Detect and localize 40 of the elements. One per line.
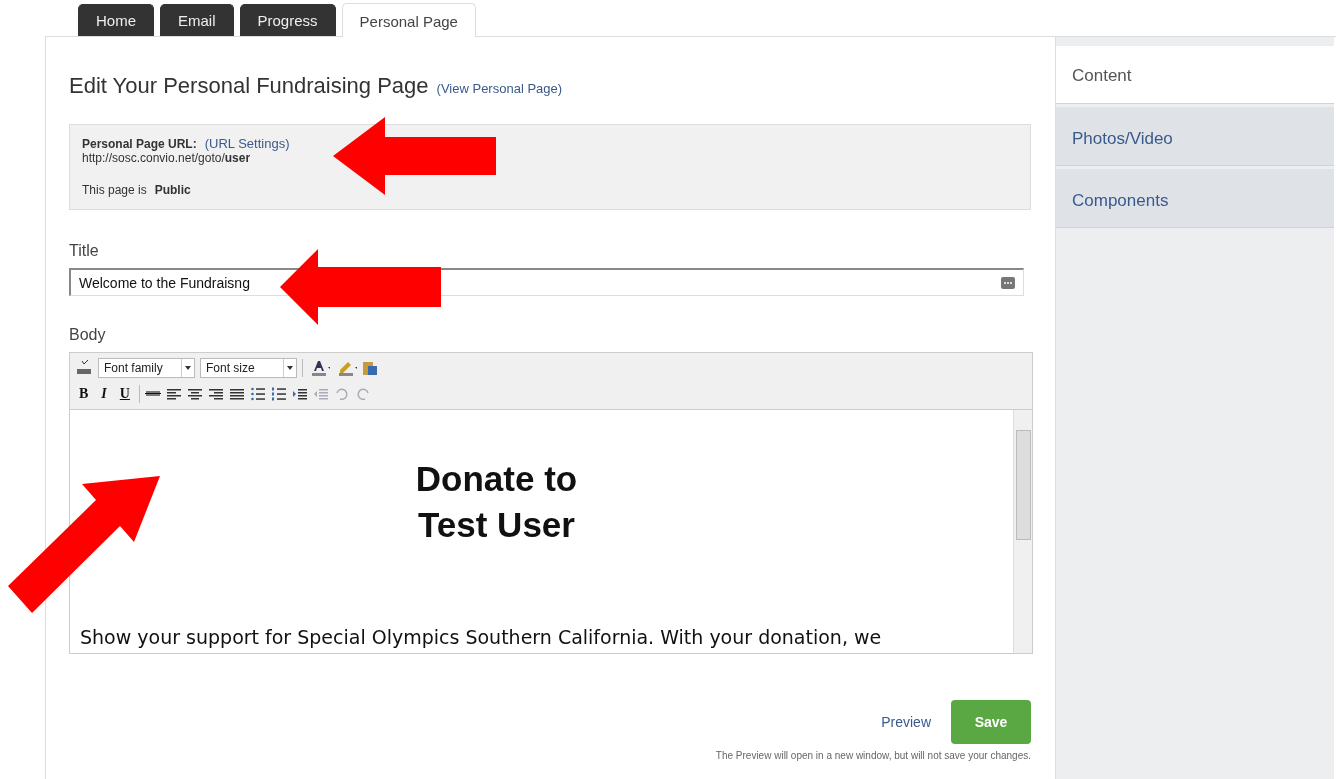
caret-icon [287, 366, 293, 370]
dropdown[interactable]: Font family [98, 358, 195, 378]
body-paragraph: Show your support for Special Olympics Southern California. With your donation, we [80, 626, 883, 648]
visibility-status: Public [154, 183, 191, 197]
url-label: Personal Page URL: [82, 137, 197, 151]
preview-link[interactable]: Preview [881, 714, 931, 730]
paste-icon[interactable] [362, 360, 378, 376]
headline: Donate to [414, 458, 579, 500]
title-label: Title [69, 242, 100, 260]
view-page-link[interactable]: (View Personal Page) [436, 81, 563, 96]
dropdown[interactable]: Font size [200, 358, 297, 378]
sidebar-item[interactable]: Components [1056, 169, 1334, 228]
page-title: Edit Your Personal Fundraising Page [69, 73, 429, 99]
rich-text-editor[interactable]: Font family Font size B I U Donate to Test User Show your support for Special Olympics Southern California. With your donation, we [69, 352, 1033, 654]
align-right-icon[interactable] [207, 386, 224, 402]
body-label: Body [69, 326, 107, 344]
url-settings-link[interactable]: (URL Settings) [204, 136, 290, 151]
sidebar-item[interactable]: Photos/Video [1056, 107, 1334, 166]
caret-icon [185, 366, 191, 370]
page-url: http://sosc.convio.net/goto/user [82, 151, 252, 165]
visibility-label: This page is [82, 183, 147, 197]
justify-icon[interactable] [228, 386, 245, 402]
preview-note: The Preview will open in a new window, but will not save your changes. [714, 750, 1031, 761]
more-icon[interactable] [1001, 276, 1015, 289]
italic-button[interactable]: I [97, 386, 111, 402]
tab[interactable]: Progress [239, 4, 336, 36]
align-center-icon[interactable] [186, 386, 203, 402]
sidebar-item[interactable]: Content [1056, 46, 1334, 104]
numbered-list-icon[interactable] [270, 386, 287, 402]
bold-button[interactable]: B [75, 386, 93, 402]
spellcheck-icon[interactable] [75, 360, 93, 376]
tab[interactable]: Personal Page [341, 3, 476, 37]
align-left-icon[interactable] [165, 386, 182, 402]
underline-button[interactable]: U [115, 386, 134, 402]
indent-icon[interactable] [291, 386, 308, 402]
tab[interactable]: Home [78, 4, 154, 36]
bullet-list-icon[interactable] [249, 386, 266, 402]
headline: Test User [417, 504, 576, 546]
tab[interactable]: Email [160, 4, 234, 36]
scrollbar[interactable] [1013, 410, 1032, 653]
